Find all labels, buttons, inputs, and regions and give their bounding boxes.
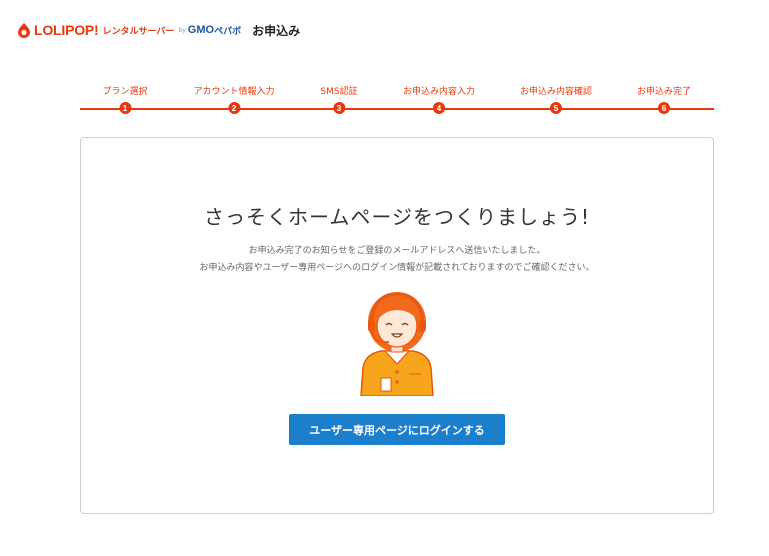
logo-sub-text: レンタルサーバー [102, 26, 175, 37]
step-label: プラン選択 [102, 87, 148, 97]
step-6: お申込み完了 6 [637, 85, 691, 114]
step-number: 4 [432, 102, 445, 114]
progress-stepper: プラン選択 1 アカウント情報入力 2 SMS認証 3 お申込み内容入力 4 お… [80, 85, 714, 115]
page-title: お申込み [252, 23, 301, 38]
site-header: LOLIPOP! レンタルサーバー by GMO ペパボ お申込み [17, 18, 300, 42]
support-operator-illustration [351, 288, 443, 397]
description-line-1: お申込み完了のお知らせをご登録のメールアドレスへ送信いたしました。 [248, 246, 546, 256]
step-1: プラン選択 1 [102, 85, 148, 114]
logo-by-text: by [178, 26, 186, 34]
description-line-2: お申込み内容やユーザー専用ページへのログイン情報が記載されておりますのでご確認く… [199, 263, 595, 273]
step-number: 1 [118, 102, 131, 114]
step-label: お申込み内容確認 [519, 87, 593, 97]
completion-title: さっそくホームページをつくりましょう! [203, 205, 591, 229]
step-number: 6 [657, 102, 670, 114]
step-label: お申込み完了 [636, 87, 692, 97]
step-number: 2 [227, 102, 240, 114]
logo-pepabo-text: ペパボ [214, 26, 242, 37]
step-4: お申込み内容入力 4 [403, 85, 475, 114]
lolipop-logo-icon [17, 22, 31, 38]
logo-main-text: LOLIPOP! [34, 22, 99, 38]
logo-gmo-text: GMO [187, 24, 215, 36]
step-number: 3 [332, 102, 345, 114]
step-number: 5 [549, 102, 562, 114]
step-label: アカウント情報入力 [193, 87, 275, 97]
completion-description: お申込み完了のお知らせをご登録のメールアドレスへ送信いたしました。 お申込み内容… [81, 243, 713, 277]
completion-card: さっそくホームページをつくりましょう! お申込み完了のお知らせをご登録のメールア… [80, 137, 714, 514]
step-2: アカウント情報入力 2 [193, 85, 275, 114]
step-label: SMS認証 [320, 87, 358, 97]
step-5: お申込み内容確認 5 [520, 85, 592, 114]
step-3: SMS認証 3 [320, 85, 358, 114]
user-login-button[interactable]: ユーザー専用ページにログインする [289, 414, 505, 445]
stepper-line [80, 108, 714, 110]
step-label: お申込み内容入力 [402, 87, 476, 97]
